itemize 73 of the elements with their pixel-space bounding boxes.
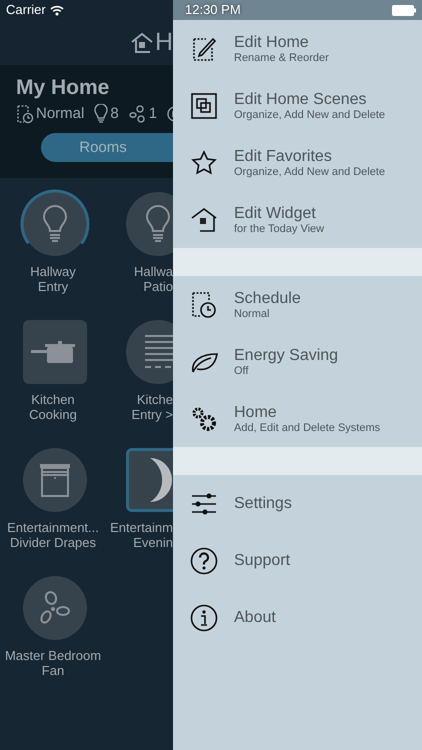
scene-tile[interactable] <box>22 320 86 384</box>
tile-label: Divider Drapes <box>10 535 96 550</box>
fan-icon <box>128 105 147 124</box>
house-icon <box>190 206 218 232</box>
menu-subtitle: Organize, Add New and Delete <box>234 166 386 178</box>
bulb-icon <box>94 104 108 124</box>
battery-icon <box>392 4 416 16</box>
stat-value: 1 <box>148 104 158 124</box>
menu-item[interactable]: Edit Favorites Organize, Add New and Delete <box>173 134 422 191</box>
info-icon <box>190 604 218 632</box>
menu-subtitle: Rename & Reorder <box>234 52 329 64</box>
bulb-icon <box>145 205 171 243</box>
menu-title: Support <box>234 551 290 570</box>
menu-subtitle: Normal <box>234 308 270 320</box>
sliders-icon <box>190 492 218 516</box>
menu-title: Edit Widget <box>234 204 317 222</box>
menu-item[interactable]: Edit Home Rename & Reorder <box>173 20 422 77</box>
layers-icon <box>190 92 218 118</box>
house-icon <box>130 30 154 54</box>
home-name: My Home <box>16 75 110 101</box>
schedule-icon <box>190 290 218 318</box>
rooms-tab[interactable]: Rooms <box>41 133 173 162</box>
menu-subtitle: Off <box>234 364 250 378</box>
menu-item[interactable]: Settings <box>173 475 422 532</box>
menu-subtitle: for the Today View <box>234 222 324 236</box>
tile-label: Kitchen <box>31 392 75 407</box>
scene-tile[interactable] <box>126 448 173 512</box>
clock-time: 12:30 PM <box>185 1 241 20</box>
menu-item[interactable]: About <box>173 589 422 646</box>
tile-label: Fan <box>42 663 64 678</box>
stat-value: Normal <box>36 104 84 124</box>
wifi-icon <box>50 4 64 16</box>
menu-item[interactable]: Support <box>173 532 422 589</box>
menu-title: Settings <box>234 494 292 513</box>
menu-item[interactable]: Energy Saving Off <box>173 333 422 390</box>
menu-title: Edit Favorites <box>234 146 333 166</box>
header-title: H <box>154 30 173 55</box>
tile-label: Patio <box>143 279 173 294</box>
menu-item[interactable]: Edit Widget for the Today View <box>173 191 422 248</box>
stat-value: 8 <box>110 104 119 124</box>
device-tile[interactable] <box>126 192 173 256</box>
menu-subtitle: Add, Edit and Delete Systems <box>234 422 380 434</box>
menu-title: Schedule <box>234 288 301 308</box>
tile-label: Entry > <box>131 407 173 422</box>
menu-title: About <box>234 608 276 627</box>
carrier-label: Carrier <box>6 1 46 20</box>
menu-item[interactable]: Home Add, Edit and Delete Systems <box>173 390 422 447</box>
tile-label: Entertainment... <box>7 520 99 535</box>
tile-label: Master Bedroom <box>4 648 102 663</box>
device-tile[interactable] <box>126 320 173 384</box>
fan-icon <box>38 590 72 626</box>
menu-title: Energy Saving <box>234 346 338 364</box>
gears-icon <box>190 404 218 432</box>
tile-label: Entertainm <box>110 520 173 535</box>
tile-label: Hallway <box>30 264 76 279</box>
schedule-icon <box>16 104 34 124</box>
menu-title: Edit Home <box>234 32 310 52</box>
help-icon <box>190 546 218 574</box>
tile-label: Hallwa <box>134 264 173 279</box>
tile-label: Cooking <box>29 407 77 422</box>
tile-label: Evenin <box>133 535 173 550</box>
menu-item[interactable]: Edit Home Scenes Organize, Add New and Delete <box>173 77 422 134</box>
menu-title: Edit Home Scenes <box>234 90 368 108</box>
menu-subtitle: Organize, Add New and Delete <box>234 108 386 122</box>
menu-item[interactable]: Schedule Normal <box>173 276 422 333</box>
menu-title: Home <box>234 402 278 422</box>
window-drape-icon <box>38 462 72 498</box>
blinds-icon <box>143 334 173 370</box>
bulb-icon <box>42 205 68 243</box>
star-icon <box>190 150 218 176</box>
tile-label: Kitche <box>136 392 173 407</box>
tile-label: Entry <box>38 279 68 294</box>
edit-icon <box>190 36 218 62</box>
